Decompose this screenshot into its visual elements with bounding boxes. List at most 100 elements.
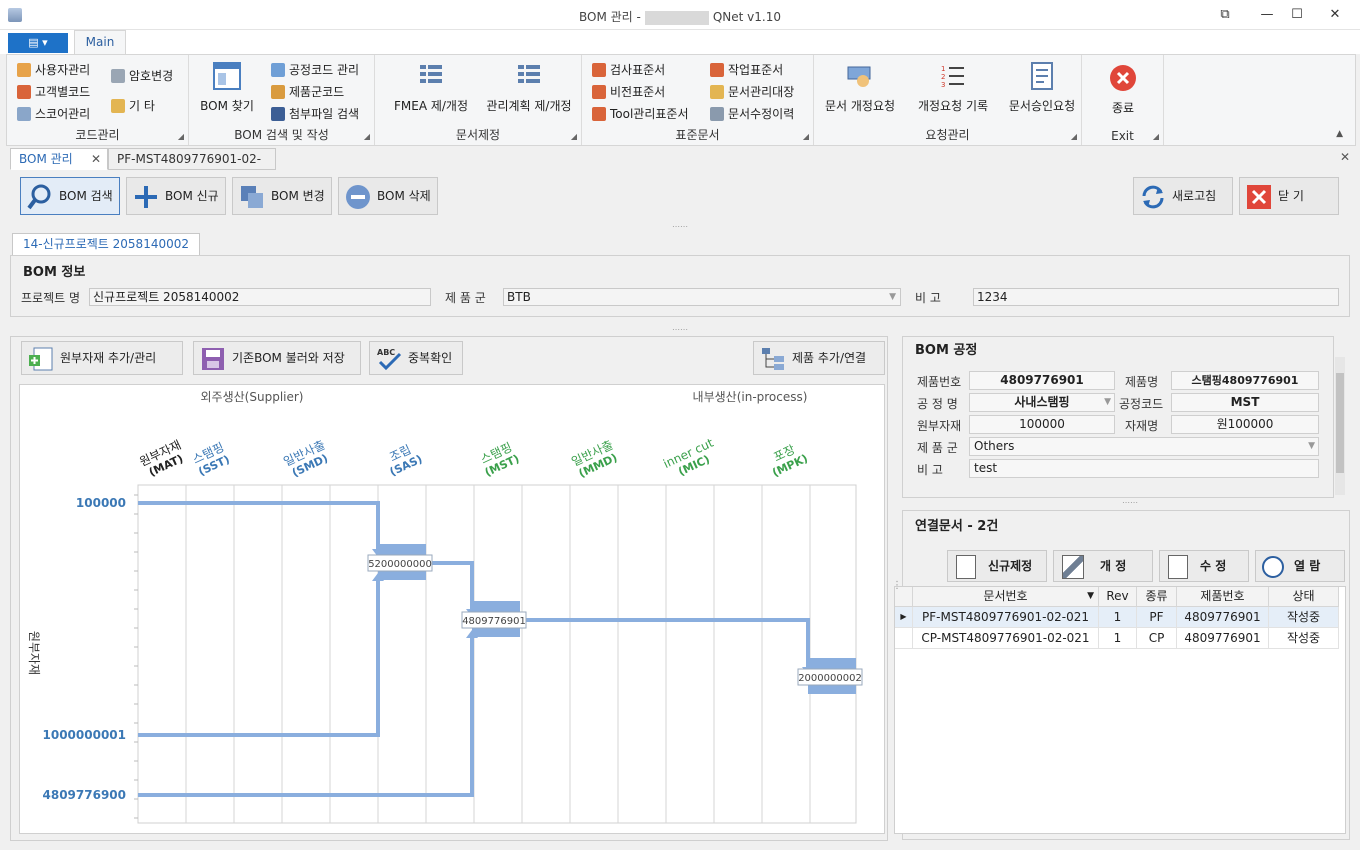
doc-history-button[interactable]: 문서수정이력 (710, 105, 794, 122)
product-group-select[interactable]: BTB ▼ (503, 288, 901, 306)
duplicate-check-button[interactable]: ABC 중복확인 (369, 341, 463, 375)
splitter-handle[interactable]: ⋯⋯ (1100, 499, 1160, 507)
table-row[interactable]: ▶ PF-MST4809776901-02-021 1 PF 480977690… (895, 607, 1339, 628)
file-menu-button[interactable]: ▤ ▾ (8, 33, 68, 53)
close-circle-icon (1110, 65, 1136, 91)
attachment-search-button[interactable]: 첨부파일 검색 (271, 105, 359, 122)
doc-number-cell[interactable]: PF-MST4809776901-02-021 (913, 607, 1099, 628)
note-field[interactable]: 1234 (973, 288, 1339, 306)
type-cell[interactable]: PF (1137, 607, 1177, 628)
splitter-handle[interactable]: ⋯⋯ (650, 223, 710, 231)
product-no-field[interactable]: 4809776901 (969, 371, 1115, 390)
material-field[interactable]: 100000 (969, 415, 1115, 434)
product-group-select[interactable]: Others ▼ (969, 437, 1319, 456)
rev-cell[interactable]: 1 (1099, 607, 1137, 628)
close-all-tabs-icon[interactable]: ✕ (1340, 150, 1350, 164)
exit-button[interactable]: 종료 (1092, 63, 1154, 116)
vertical-splitter-handle[interactable]: ⋮ (892, 580, 902, 591)
maximize-button[interactable]: ☐ (1282, 4, 1312, 26)
column-header[interactable]: 상태 (1269, 587, 1339, 607)
work-std-button[interactable]: 작업표준서 (710, 61, 783, 78)
revision-log-button[interactable]: 123 개정요청 기록 (908, 61, 998, 114)
group-expand-icon[interactable]: ◢ (364, 132, 370, 141)
product-no-cell[interactable]: 4809776901 (1177, 607, 1269, 628)
inspection-std-button[interactable]: 검사표준서 (592, 61, 665, 78)
plus-icon (135, 186, 157, 208)
fmea-button[interactable]: FMEA 제/개정 (383, 61, 479, 114)
scrollbar[interactable] (1335, 357, 1345, 495)
connector-line (518, 618, 810, 669)
bom-find-button[interactable]: BOM 찾기 (197, 61, 257, 114)
splitter-handle[interactable]: ⋯⋯ (650, 326, 710, 334)
close-button[interactable]: 닫 기 (1239, 177, 1339, 215)
process-node-label: 5200000000 (368, 559, 432, 570)
vision-std-button[interactable]: 비전표준서 (592, 83, 665, 100)
product-group-button[interactable]: 제품군코드 (271, 83, 344, 100)
status-cell[interactable]: 작성중 (1269, 628, 1339, 649)
project-label: 프로젝트 명 (21, 291, 81, 305)
project-name-field[interactable]: 신규프로젝트 2058140002 (89, 288, 431, 306)
minimize-button[interactable]: — (1252, 4, 1282, 26)
new-doc-button[interactable]: 신규제정 (947, 550, 1047, 582)
note-field[interactable]: test (969, 459, 1319, 478)
type-cell[interactable]: CP (1137, 628, 1177, 649)
add-product-button[interactable]: 제품 추가/연결 (753, 341, 885, 375)
tool-std-button[interactable]: Tool관리표준서 (592, 105, 689, 122)
group-expand-icon[interactable]: ◢ (571, 132, 577, 141)
process-code-button[interactable]: 공정코드 관리 (271, 61, 359, 78)
bom-delete-button[interactable]: BOM 삭제 (338, 177, 438, 215)
close-window-button[interactable]: ✕ (1320, 4, 1350, 26)
bom-change-button[interactable]: BOM 변경 (232, 177, 332, 215)
process-select[interactable]: 사내스탬핑 ▼ (969, 393, 1115, 412)
add-material-button[interactable]: 원부자재 추가/관리 (21, 341, 183, 375)
sort-down-icon[interactable]: ▼ (1087, 587, 1094, 605)
score-manage-button[interactable]: 스코어관리 (17, 105, 90, 122)
modify-button[interactable]: 수 정 (1159, 550, 1249, 582)
column-header[interactable]: 제품번호 (1177, 587, 1269, 607)
column-header[interactable]: 종류 (1137, 587, 1177, 607)
column-header[interactable]: 문서번호 ▼ (913, 587, 1099, 607)
bom-new-button[interactable]: BOM 신규 (126, 177, 226, 215)
numbered-list-icon: 123 (941, 65, 964, 89)
bom-flow-svg[interactable]: 외주생산(Supplier) 내부생산(in-process)원부자재(MAT) 스… (20, 385, 886, 835)
group-expand-icon[interactable]: ◢ (178, 132, 184, 141)
tab-pf-document[interactable]: PF-MST4809776901-02-021 (108, 148, 276, 186)
control-plan-button[interactable]: 관리계획 제/개정 (479, 61, 579, 114)
product-name-field[interactable]: 스탬핑4809776901 (1171, 371, 1319, 390)
load-save-bom-button[interactable]: 기존BOM 불러와 저장 (193, 341, 361, 375)
collapse-ribbon-icon[interactable]: ▲ (1336, 129, 1343, 139)
tab-close-icon[interactable]: ✕ (91, 149, 101, 169)
group-expand-icon[interactable]: ◢ (1071, 132, 1077, 141)
password-change-button[interactable]: 암호변경 (111, 67, 173, 84)
approval-request-button[interactable]: 문서승인요청 (1002, 61, 1082, 114)
revise-button[interactable]: 개 정 (1053, 550, 1153, 582)
tab-main[interactable]: Main (74, 30, 126, 54)
product-no-cell[interactable]: 4809776901 (1177, 628, 1269, 649)
bom-search-button[interactable]: BOM 검색 (20, 177, 120, 215)
bom-flow-diagram[interactable]: 외주생산(Supplier) 내부생산(in-process) 원부자재 (MAT) 스… (19, 384, 885, 834)
doc-ledger-button[interactable]: 문서관리대장 (710, 83, 794, 100)
revision-request-button[interactable]: 문서 개정요청 (818, 61, 902, 114)
view-button[interactable]: 열 람 (1255, 550, 1345, 582)
group-expand-icon[interactable]: ◢ (1153, 132, 1159, 141)
material-name-field[interactable]: 원100000 (1171, 415, 1319, 434)
bom-info-group: BOM 정보 프로젝트 명 신규프로젝트 2058140002 제 품 군 BT… (10, 255, 1350, 317)
process-code-field[interactable]: MST (1171, 393, 1319, 412)
group-expand-icon[interactable]: ◢ (803, 132, 809, 141)
refresh-button[interactable]: 새로고침 (1133, 177, 1233, 215)
tab-bom-manage[interactable]: BOM 관리 ✕ (10, 148, 108, 170)
product-no-label: 제품번호 (917, 375, 962, 389)
etc-button[interactable]: 기 타 (111, 97, 155, 114)
column-header[interactable]: Rev (1099, 587, 1137, 607)
ribbon-group-code: 사용자관리 고객별코드 스코어관리 암호변경 기 타 코드관리 ◢ (7, 55, 189, 145)
doc-number-cell[interactable]: CP-MST4809776901-02-021 (913, 628, 1099, 649)
customer-code-button[interactable]: 고객별코드 (17, 83, 90, 100)
restore-down-button[interactable]: ⧉ (1210, 4, 1240, 26)
rev-cell[interactable]: 1 (1099, 628, 1137, 649)
table-row[interactable]: CP-MST4809776901-02-021 1 CP 4809776901 … (895, 628, 1339, 649)
bom-process-group: BOM 공정 제품번호 4809776901 제품명 스탬핑4809776901… (902, 336, 1345, 498)
linked-docs-grid[interactable]: 문서번호 ▼ Rev 종류 제품번호 상태 ▶ PF-MST4809776901-… (894, 586, 1346, 834)
project-tab[interactable]: 14-신규프로젝트 2058140002 (12, 233, 201, 255)
user-manage-button[interactable]: 사용자관리 (17, 61, 90, 78)
status-cell[interactable]: 작성중 (1269, 607, 1339, 628)
